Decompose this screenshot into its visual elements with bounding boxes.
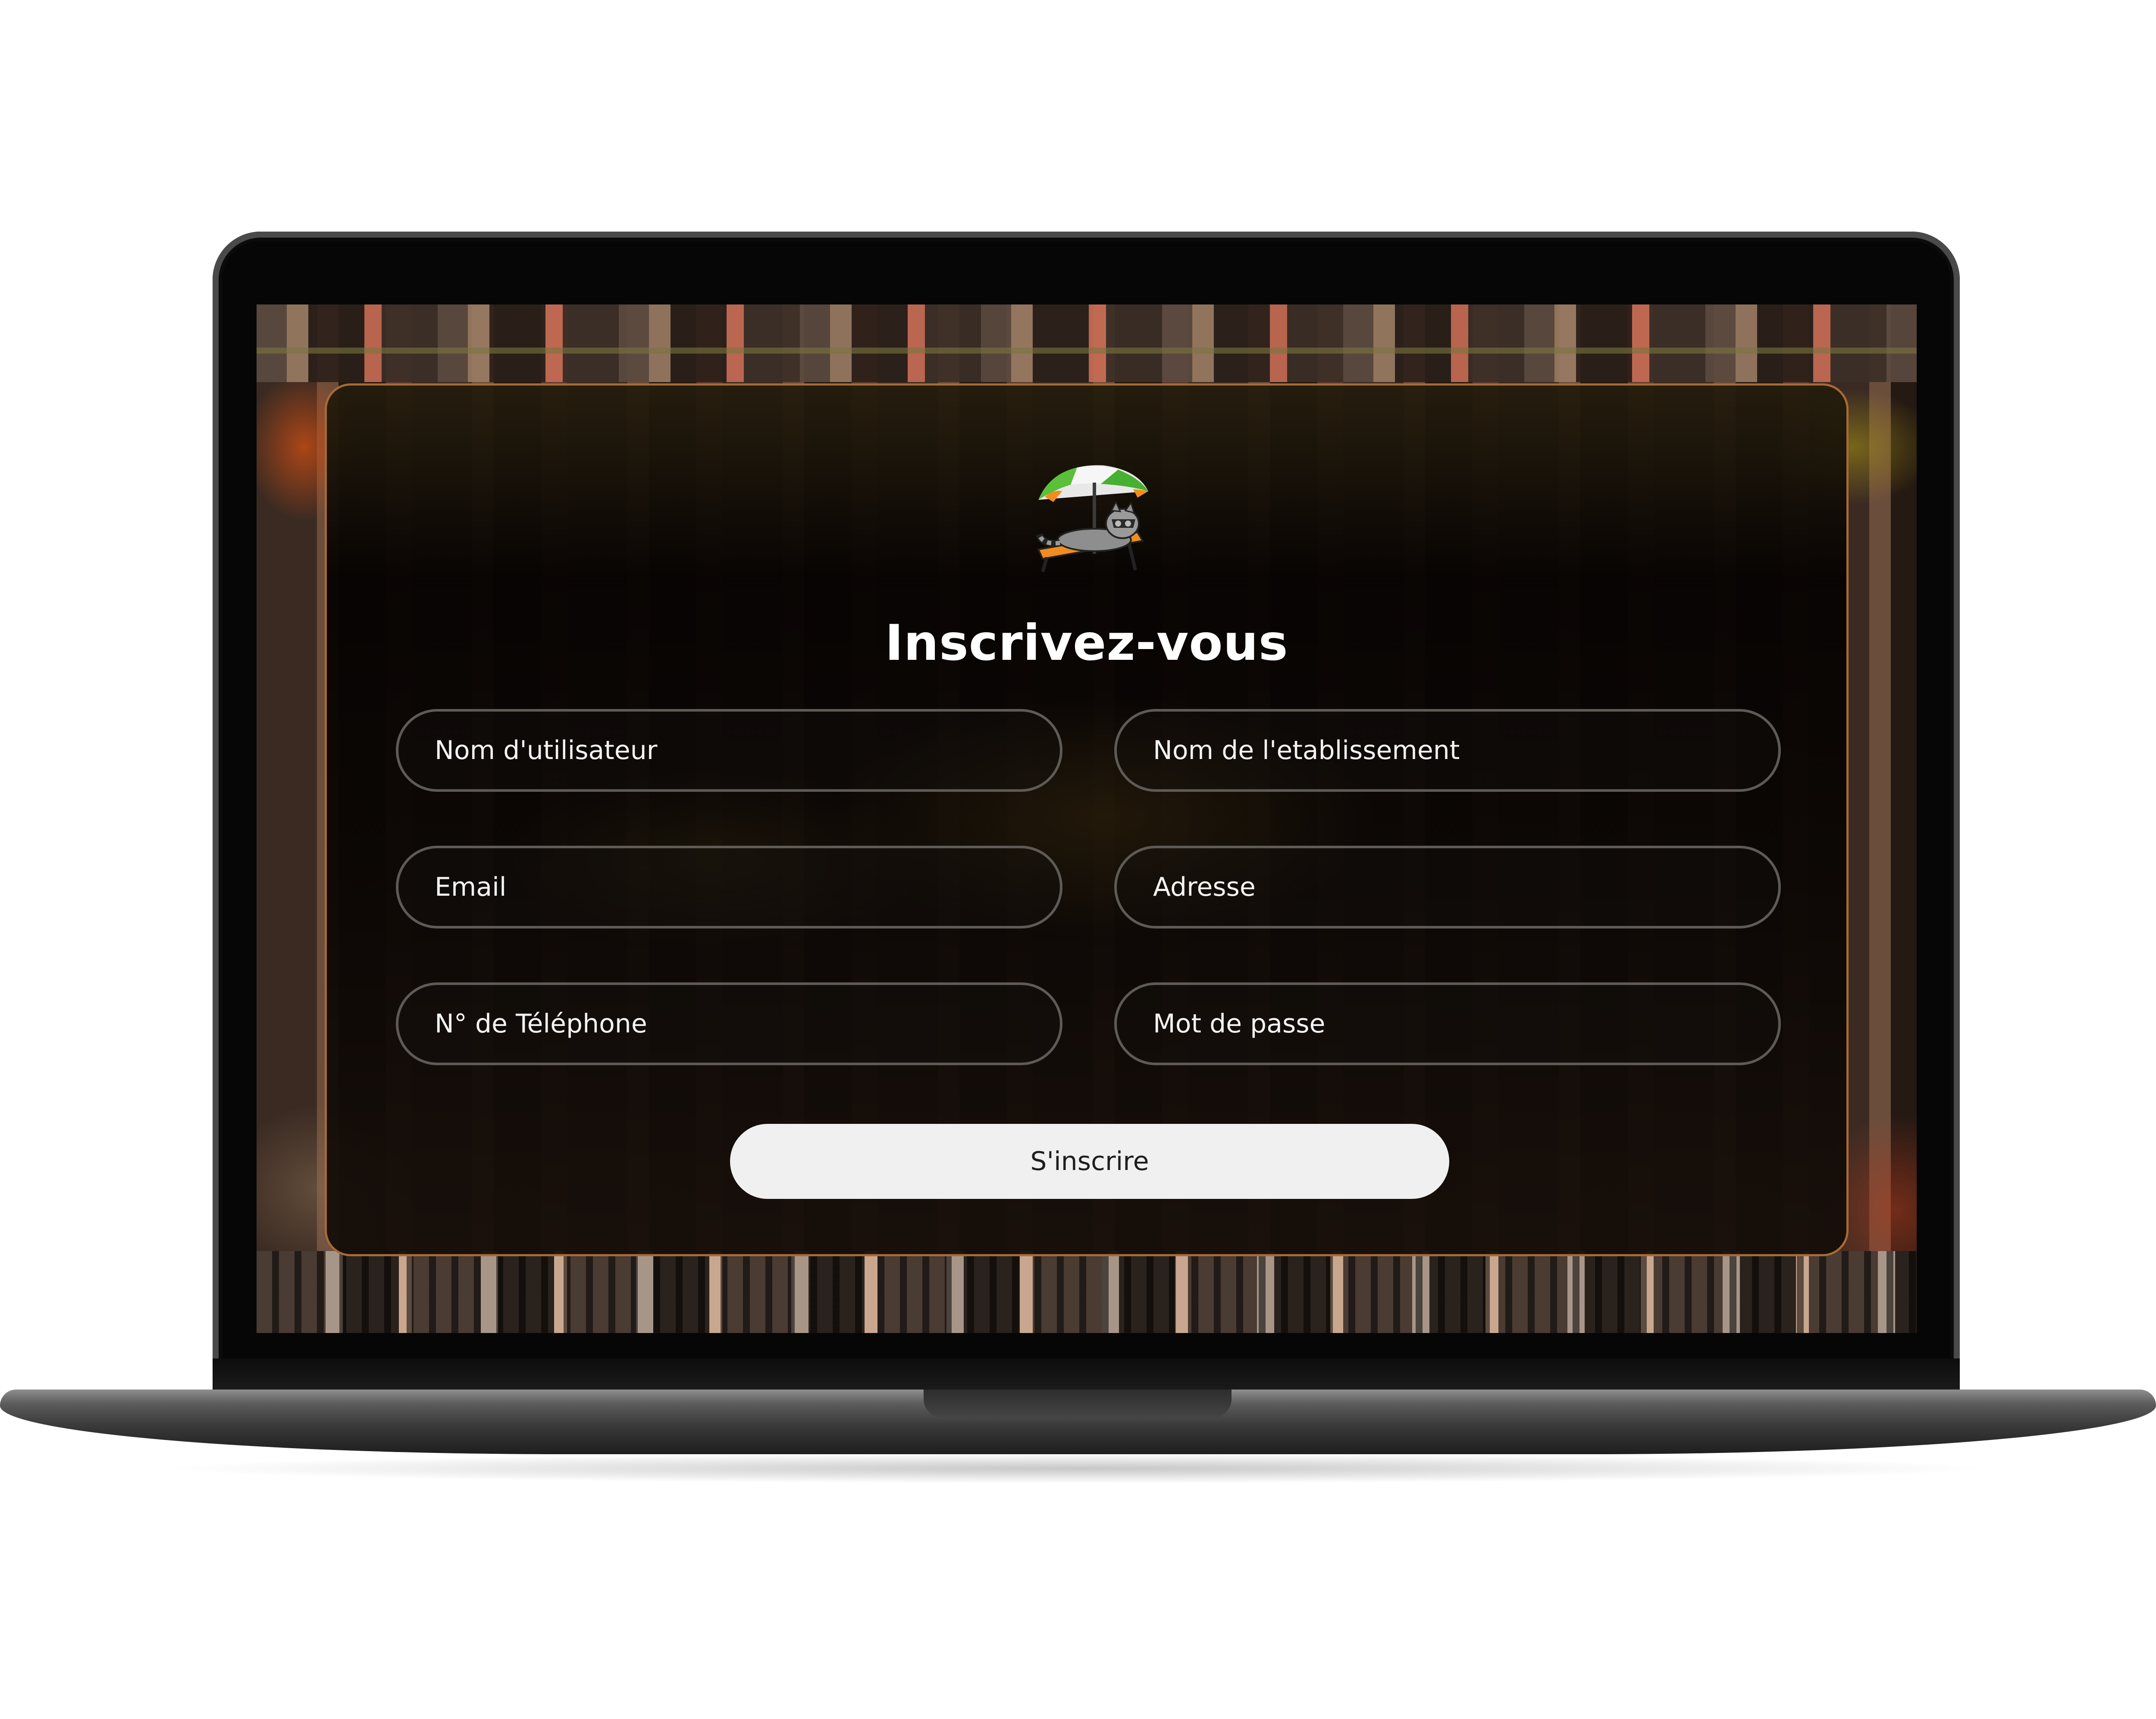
signup-button[interactable]: S'inscrire: [730, 1124, 1449, 1199]
username-field[interactable]: [396, 709, 1062, 792]
establishment-input[interactable]: [1152, 735, 1778, 766]
background-bar-counter: [257, 1251, 1917, 1333]
laptop-notch: [924, 1390, 1232, 1418]
laptop-screen: Inscrivez-vous S'inscrire: [257, 304, 1917, 1333]
address-input[interactable]: [1152, 872, 1778, 903]
background-shelf-line: [257, 348, 1917, 354]
raccoon-logo-icon: [1036, 465, 1148, 573]
password-input[interactable]: [1152, 1008, 1778, 1039]
laptop-shadow: [155, 1453, 2001, 1484]
phone-field[interactable]: [396, 982, 1062, 1065]
phone-input[interactable]: [434, 1008, 1060, 1039]
address-field[interactable]: [1114, 846, 1781, 929]
page-title: Inscrivez-vous: [885, 614, 1288, 671]
username-input[interactable]: [434, 735, 1060, 766]
establishment-field[interactable]: [1114, 709, 1781, 792]
email-input[interactable]: [434, 872, 1060, 903]
background-shelf-top: [257, 304, 1917, 382]
email-field[interactable]: [396, 846, 1062, 929]
laptop-hinge: [213, 1358, 1960, 1390]
signup-panel: Inscrivez-vous S'inscrire: [325, 383, 1849, 1256]
password-field[interactable]: [1114, 982, 1781, 1065]
